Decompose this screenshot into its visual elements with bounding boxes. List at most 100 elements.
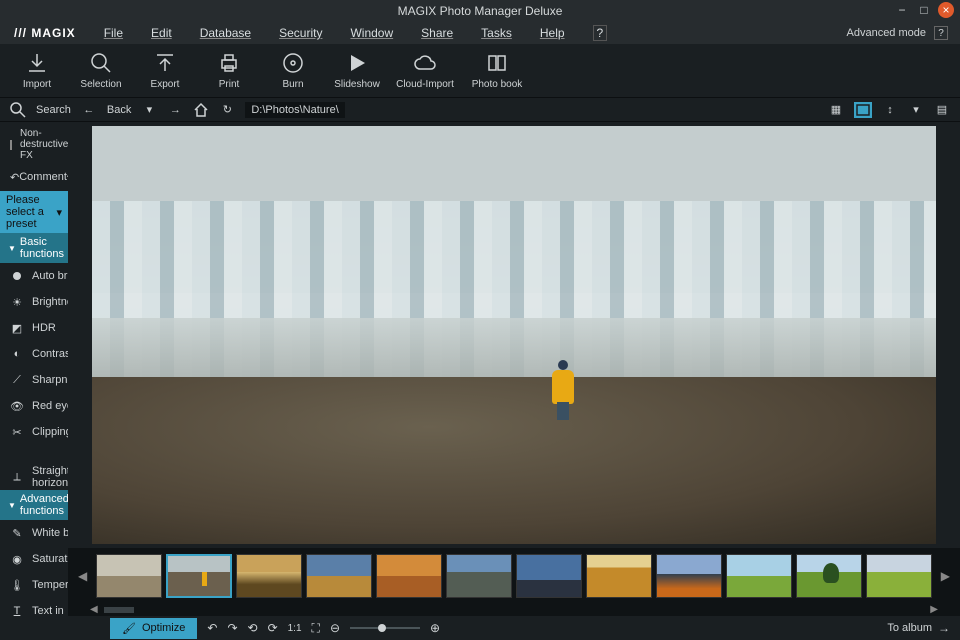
eye-icon: 👁 bbox=[8, 397, 26, 415]
menu-share[interactable]: Share bbox=[421, 26, 453, 40]
mode-label[interactable]: Advanced mode bbox=[847, 27, 927, 39]
sort-dropdown-icon[interactable]: ▾ bbox=[908, 102, 924, 118]
help-marker[interactable]: ? bbox=[593, 25, 608, 41]
single-view-icon[interactable] bbox=[854, 102, 872, 118]
rotate-right-icon[interactable]: ⟳ bbox=[268, 621, 278, 635]
dropper-icon: ✎ bbox=[8, 524, 26, 542]
filmstrip: ◀ ▶ bbox=[68, 548, 960, 604]
dropdown-icon[interactable]: ▾ bbox=[141, 102, 157, 118]
redo2-icon[interactable]: ↷ bbox=[227, 621, 237, 635]
comment-label[interactable]: Comment bbox=[19, 171, 67, 183]
titlebar: MAGIX Photo Manager Deluxe − □ × bbox=[0, 0, 960, 22]
menu-file[interactable]: File bbox=[104, 26, 123, 40]
thumb-11[interactable] bbox=[796, 554, 862, 598]
zoom-11-icon[interactable]: 1:1 bbox=[288, 623, 302, 634]
sun-icon bbox=[8, 267, 26, 285]
text-icon: T bbox=[8, 602, 26, 616]
export-button[interactable]: Export bbox=[136, 47, 194, 94]
preset-dropdown[interactable]: Please select a preset▾ bbox=[0, 191, 68, 233]
saturation-icon: ◉ bbox=[8, 550, 26, 568]
search-icon bbox=[89, 51, 113, 75]
bottombar: 🖌Optimize ↶ ↷ ⟲ ⟳ 1:1 ⛶ ⊖ ⊕ To album → bbox=[0, 616, 960, 640]
zoom-in-icon[interactable]: ⊕ bbox=[430, 621, 440, 635]
thumb-3[interactable] bbox=[236, 554, 302, 598]
brand-logo: /// MAGIX bbox=[14, 26, 76, 40]
search-label[interactable]: Search bbox=[36, 104, 71, 116]
undo-icon[interactable]: ↶ bbox=[10, 169, 19, 185]
zoom-out-icon[interactable]: ⊖ bbox=[330, 621, 340, 635]
app-title: MAGIX Photo Manager Deluxe bbox=[398, 4, 563, 18]
forward-arrow-icon[interactable]: → bbox=[167, 102, 183, 118]
photobook-button[interactable]: Photo book bbox=[464, 47, 530, 94]
cloud-icon bbox=[413, 51, 437, 75]
refresh-icon[interactable]: ↻ bbox=[219, 102, 235, 118]
selection-button[interactable]: Selection bbox=[72, 47, 130, 94]
straighten-button[interactable]: Straighten horizon bbox=[32, 465, 68, 489]
thumb-2[interactable] bbox=[166, 554, 232, 598]
sharpness-icon: ⟋ bbox=[8, 371, 26, 389]
brightness-icon: ☀ bbox=[8, 293, 26, 311]
section-basic[interactable]: ▼Basic functions bbox=[0, 233, 68, 263]
menu-tasks[interactable]: Tasks bbox=[481, 26, 512, 40]
horizon-icon: ⟂ bbox=[8, 468, 26, 486]
photo-viewer[interactable] bbox=[68, 122, 960, 548]
sort-icon[interactable]: ↕ bbox=[882, 102, 898, 118]
menu-window[interactable]: Window bbox=[350, 26, 393, 40]
temperature-icon: 🌡 bbox=[8, 576, 26, 594]
filmstrip-next[interactable]: ▶ bbox=[941, 569, 950, 583]
home-icon[interactable] bbox=[193, 102, 209, 118]
thumb-10[interactable] bbox=[726, 554, 792, 598]
thumb-4[interactable] bbox=[306, 554, 372, 598]
menu-edit[interactable]: Edit bbox=[151, 26, 172, 40]
thumb-8[interactable] bbox=[586, 554, 652, 598]
fullscreen-icon[interactable]: ⛶ bbox=[312, 621, 320, 636]
thumb-9[interactable] bbox=[656, 554, 722, 598]
crop-icon: ✂ bbox=[8, 423, 26, 441]
close-button[interactable]: × bbox=[938, 2, 954, 18]
scrollbar[interactable]: ◀ ▶ bbox=[68, 604, 960, 616]
contrast-icon: ◐ bbox=[8, 345, 26, 363]
minimize-button[interactable]: − bbox=[894, 2, 910, 18]
cloud-import-button[interactable]: Cloud-Import bbox=[392, 47, 458, 94]
maximize-button[interactable]: □ bbox=[916, 2, 932, 18]
album-arrow-icon[interactable]: → bbox=[938, 621, 950, 635]
disc-icon bbox=[281, 51, 305, 75]
fx-checkbox[interactable] bbox=[10, 140, 12, 150]
thumb-12[interactable] bbox=[866, 554, 932, 598]
import-button[interactable]: Import bbox=[8, 47, 66, 94]
burn-button[interactable]: Burn bbox=[264, 47, 322, 94]
menu-security[interactable]: Security bbox=[279, 26, 322, 40]
section-advanced[interactable]: ▼Advanced functions bbox=[0, 490, 68, 520]
thumb-5[interactable] bbox=[376, 554, 442, 598]
sidebar: Non-destructive FX ✕ ↶ Comment ↷ Please … bbox=[0, 122, 68, 616]
print-button[interactable]: Print bbox=[200, 47, 258, 94]
menubar: /// MAGIX File Edit Database Security Wi… bbox=[0, 22, 960, 44]
autobright-button[interactable]: Auto brightness bbox=[32, 270, 68, 282]
fx-label: Non-destructive FX bbox=[20, 128, 68, 161]
undo2-icon[interactable]: ↶ bbox=[207, 621, 217, 635]
path-field[interactable]: D:\Photos\Nature\ bbox=[245, 102, 344, 118]
photo-image bbox=[92, 126, 936, 544]
book-icon bbox=[485, 51, 509, 75]
filmstrip-prev[interactable]: ◀ bbox=[78, 569, 87, 583]
thumb-7[interactable] bbox=[516, 554, 582, 598]
optimize-button[interactable]: 🖌Optimize bbox=[110, 618, 197, 639]
download-icon bbox=[25, 51, 49, 75]
back-arrow-icon[interactable]: ← bbox=[81, 102, 97, 118]
print-icon bbox=[217, 51, 241, 75]
album-button[interactable]: To album bbox=[887, 622, 932, 634]
stack-icon[interactable]: ▤ bbox=[934, 102, 950, 118]
nav-search-icon[interactable] bbox=[10, 102, 26, 118]
upload-icon bbox=[153, 51, 177, 75]
thumb-6[interactable] bbox=[446, 554, 512, 598]
brush-icon: 🖌 bbox=[122, 622, 136, 635]
menu-database[interactable]: Database bbox=[200, 26, 251, 40]
help-icon[interactable]: ? bbox=[934, 26, 948, 40]
rotate-left-icon[interactable]: ⟲ bbox=[248, 621, 258, 635]
slideshow-button[interactable]: Slideshow bbox=[328, 47, 386, 94]
thumb-1[interactable] bbox=[96, 554, 162, 598]
zoom-slider[interactable] bbox=[350, 627, 420, 629]
back-label[interactable]: Back bbox=[107, 104, 131, 116]
grid-view-icon[interactable]: ▦ bbox=[828, 102, 844, 118]
menu-help[interactable]: Help bbox=[540, 26, 565, 40]
